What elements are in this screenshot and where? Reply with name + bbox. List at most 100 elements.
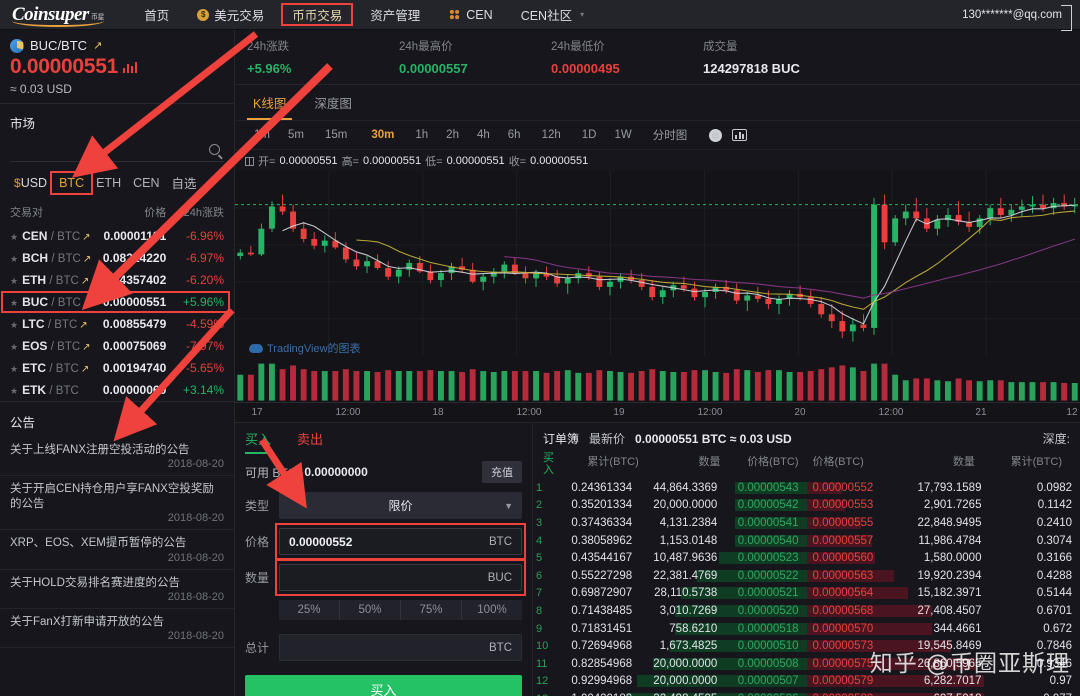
order-book-row[interactable]: 1 0.24361334 44,864.3369 0.00000543 0.000005… (533, 479, 1080, 497)
order-book-buy-entry[interactable]: 3 0.37436334 4,131.2384 0.00000541 (533, 517, 807, 530)
order-book-sell-entry[interactable]: 0.00000563 19,920.2394 0.4288 (806, 569, 1080, 582)
order-book-row[interactable]: 3 0.37436334 4,131.2384 0.00000541 0.0000055… (533, 514, 1080, 532)
order-book-buy-entry[interactable]: 12 0.92994968 20,000.0000 0.00000507 (533, 675, 807, 688)
percent-button-75[interactable]: 75% (401, 600, 462, 620)
market-tab-btc[interactable]: BTC (50, 170, 94, 195)
order-book-buy-entry[interactable]: 11 0.82854968 20,000.0000 0.00000508 (533, 657, 807, 670)
order-book-row[interactable]: 12 0.92994968 20,000.0000 0.00000507 0.00000… (533, 673, 1080, 691)
market-row-etc[interactable]: ★ ETC / BTC ↗ 0.00194740 -5.65% (0, 357, 234, 379)
order-book-row[interactable]: 8 0.71438485 3,010.7269 0.00000520 0.0000056… (533, 602, 1080, 620)
amount-input[interactable]: BUC (279, 564, 522, 591)
tab-buy[interactable]: 买入 (245, 429, 272, 454)
tab-sell[interactable]: 卖出 (297, 429, 323, 454)
order-book-row[interactable]: 2 0.35201334 20,000.0000 0.00000542 0.000005… (533, 497, 1080, 515)
market-tab-favorites[interactable]: 自选 (166, 171, 203, 194)
order-book-buy-entry[interactable]: 10 0.72694968 1,673.4825 0.00000510 (533, 640, 807, 653)
tab-candlestick-chart[interactable]: K线图 (247, 89, 293, 120)
order-book-buy-entry[interactable]: 7 0.69872907 28,110.5738 0.00000521 (533, 587, 807, 600)
order-book-sell-entry[interactable]: 0.00000564 15,182.3971 0.5144 (806, 587, 1080, 600)
order-book-row[interactable]: 131.0042018022,498.45050.000005060.00000… (533, 690, 1080, 696)
percent-button-50[interactable]: 50% (340, 600, 401, 620)
depth-selector[interactable]: 深度: (1043, 430, 1070, 447)
market-row-ltc[interactable]: ★ LTC / BTC ↗ 0.00855479 -4.59% (0, 313, 234, 335)
total-input[interactable]: BTC (279, 634, 522, 661)
percent-button-100[interactable]: 100% (462, 600, 522, 620)
announcement-item[interactable]: 关于FanX打新申请开放的公告 2018-08-20 (0, 609, 234, 649)
announcement-item[interactable]: 关于上线FANX注册空投活动的公告 2018-08-20 (0, 437, 234, 477)
order-book-sell-entry[interactable]: 0.00000552 17,793.1589 0.0982 (806, 481, 1080, 494)
announcement-item[interactable]: XRP、EOS、XEM提币暂停的公告 2018-08-20 (0, 530, 234, 570)
announcement-item[interactable]: 关于开启CEN持仓用户享FANX空投奖励的公告 2018-08-20 (0, 476, 234, 531)
gear-icon[interactable] (709, 128, 723, 142)
nav-item-cen-community[interactable]: CEN社区 ▾ (507, 0, 598, 29)
order-book-sell-entry[interactable]: 0.00000579 6,282.7017 0.97 (806, 675, 1080, 688)
favorite-star-icon[interactable]: ★ (10, 364, 18, 374)
market-tab-cen[interactable]: CEN (127, 174, 165, 192)
order-book-buy-entry[interactable]: 4 0.38058962 1,153.0148 0.00000540 (533, 534, 807, 547)
order-book-sell-entry[interactable]: 0.00000557 11,986.4784 0.3074 (806, 534, 1080, 547)
order-book-buy-entry[interactable]: 1 0.24361334 44,864.3369 0.00000543 (533, 481, 807, 494)
timeframe-5m[interactable]: 5m (279, 127, 313, 143)
order-book-sell-entry[interactable]: 0.00000568 27,408.4507 0.6701 (806, 605, 1080, 618)
market-row-bch[interactable]: ★ BCH / BTC ↗ 0.08214220 -6.97% (0, 247, 234, 269)
timeframe-30m[interactable]: 30m (359, 127, 406, 143)
order-book-row[interactable]: 10 0.72694968 1,673.4825 0.00000510 0.000005… (533, 637, 1080, 655)
order-book-buy-entry[interactable]: 9 0.71831451 758.6210 0.00000518 (533, 622, 807, 635)
market-row-etk[interactable]: ★ ETK / BTC 0.00000060 +3.14% (0, 379, 234, 401)
order-book-sell-entry[interactable]: 0.00000575 26,860.5965 0.9346 (806, 657, 1080, 670)
timeframe-分时图[interactable]: 分时图 (641, 125, 700, 145)
favorite-star-icon[interactable]: ★ (10, 232, 18, 242)
order-type-select[interactable]: 限价 ▼ (279, 492, 522, 519)
tab-depth-chart[interactable]: 深度图 (308, 89, 358, 120)
order-book-row[interactable]: 9 0.71831451 758.6210 0.00000518 0.00000570 3… (533, 620, 1080, 638)
announcement-item[interactable]: 关于HOLD交易排名赛进度的公告 2018-08-20 (0, 570, 234, 609)
market-row-eos[interactable]: ★ EOS / BTC ↗ 0.00075069 -7.97% (0, 335, 234, 357)
favorite-star-icon[interactable]: ★ (10, 320, 18, 330)
market-row-eth[interactable]: ★ ETH / BTC ↗ 0.04357402 -6.20% (0, 269, 234, 291)
favorite-star-icon[interactable]: ★ (10, 342, 18, 352)
recharge-button[interactable]: 充值 (482, 461, 522, 483)
favorite-star-icon[interactable]: ★ (10, 386, 18, 396)
order-book-row[interactable]: 11 0.82854968 20,000.0000 0.00000508 0.00000… (533, 655, 1080, 673)
timeframe-15m[interactable]: 15m (313, 127, 359, 143)
timeframe-2h[interactable]: 2h (437, 127, 468, 143)
order-book-row[interactable]: 6 0.55227298 22,381.4769 0.00000522 0.000005… (533, 567, 1080, 585)
order-book-row[interactable]: 4 0.38058962 1,153.0148 0.00000540 0.0000055… (533, 532, 1080, 550)
percent-button-25[interactable]: 25% (279, 600, 340, 620)
indicators-icon[interactable] (732, 129, 748, 141)
order-book-row[interactable]: 7 0.69872907 28,110.5738 0.00000521 0.000005… (533, 585, 1080, 603)
order-book-sell-entry[interactable]: 0.00000555 22,848.9495 0.2410 (806, 517, 1080, 530)
search-icon[interactable] (209, 144, 220, 156)
order-book-sell-entry[interactable]: 0.00000560 1,580.0000 0.3166 (806, 552, 1080, 565)
price-input[interactable]: 0.00000552 BTC (279, 528, 522, 555)
order-book-sell-entry[interactable]: 0.00000573 19,545.8469 0.7846 (806, 640, 1080, 653)
nav-item-usd-trading[interactable]: $ 美元交易 (183, 0, 278, 29)
market-tab-eth[interactable]: ETH (90, 174, 127, 192)
nav-item-asset-management[interactable]: 资产管理 (356, 0, 434, 29)
order-book-sell-entry[interactable]: 0.00000570 344.4661 0.672 (806, 622, 1080, 635)
timeframe-1m[interactable]: 1m (245, 127, 279, 143)
timeframe-12h[interactable]: 12h (530, 127, 573, 143)
order-book-buy-entry[interactable]: 5 0.43544167 10,487.9636 0.00000523 (533, 552, 807, 565)
price-chart[interactable]: 17 12:00 18 12:00 19 12:00 20 12:00 21 12 Trading… (235, 171, 1080, 422)
timeframe-1W[interactable]: 1W (605, 127, 640, 143)
nav-item-cen[interactable]: CEN (434, 0, 506, 29)
app-logo[interactable]: Coinsuper 币星 (12, 5, 105, 27)
timeframe-1h[interactable]: 1h (406, 127, 437, 143)
grid-toggle-icon[interactable] (245, 156, 254, 166)
order-book-buy-entry[interactable]: 2 0.35201334 20,000.0000 0.00000542 (533, 499, 807, 512)
order-book-sell-entry[interactable]: 0.00000553 2,901.7265 0.1142 (806, 499, 1080, 512)
market-tab-usd[interactable]: $USD (8, 174, 53, 192)
market-search-bar[interactable] (10, 138, 224, 163)
nav-item-home[interactable]: 首页 (130, 0, 183, 29)
user-account-menu[interactable]: 130*******@qq.com (956, 4, 1072, 31)
market-row-buc[interactable]: ★ BUC / BTC ↗ 0.00000551 +5.96% (0, 291, 234, 314)
market-row-cen[interactable]: ★ CEN / BTC ↗ 0.00001191 -6.96% (0, 225, 234, 247)
favorite-star-icon[interactable]: ★ (10, 254, 18, 264)
order-book-row[interactable]: 5 0.43544167 10,487.9636 0.00000523 0.000005… (533, 549, 1080, 567)
order-book-buy-entry[interactable]: 6 0.55227298 22,381.4769 0.00000522 (533, 569, 807, 582)
timeframe-6h[interactable]: 6h (499, 127, 530, 143)
favorite-star-icon[interactable]: ★ (10, 276, 18, 286)
nav-item-coin-trading[interactable]: 币币交易 (278, 0, 356, 29)
timeframe-4h[interactable]: 4h (468, 127, 499, 143)
